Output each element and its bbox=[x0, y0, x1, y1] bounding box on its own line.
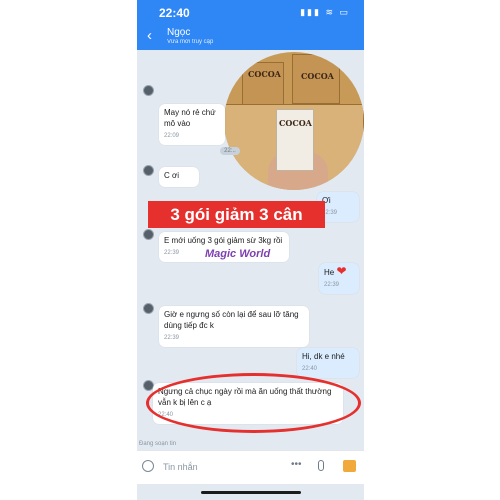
highlight-circle bbox=[146, 373, 361, 433]
message-text: E mới uống 3 gói giảm sừ 3kg rồi bbox=[164, 236, 283, 245]
cocoa-box-back: COCOA bbox=[242, 62, 284, 106]
more-icon[interactable]: ••• bbox=[291, 459, 302, 470]
cocoa-product-box: COCOA bbox=[276, 109, 314, 171]
cocoa-box-right: COCOA bbox=[292, 54, 340, 104]
message-bubble[interactable]: Giờ e ngưng số còn lại để sau lỡ tăng dù… bbox=[159, 306, 309, 347]
status-bar: 22:40 ▮▮▮ ≋ ▭ bbox=[137, 0, 364, 24]
message-time: 22:40 bbox=[302, 366, 318, 372]
message-input[interactable]: Tin nhắn bbox=[163, 462, 198, 472]
product-photo: COCOA COCOA COCOA bbox=[224, 52, 364, 190]
home-indicator bbox=[201, 491, 301, 494]
screenshot: 22:40 ▮▮▮ ≋ ▭ ‹ Ngọc Vừa mới truy cập CO… bbox=[0, 0, 500, 500]
message-time: 22:09 bbox=[164, 133, 180, 139]
signal-wifi-battery-icon: ▮▮▮ ≋ ▭ bbox=[300, 7, 350, 17]
product-label: COCOA bbox=[279, 118, 312, 128]
chat-header: ‹ Ngọc Vừa mới truy cập bbox=[137, 24, 364, 50]
emoji-icon[interactable] bbox=[142, 460, 154, 472]
contact-avatar[interactable] bbox=[143, 229, 154, 240]
message-text: Hi, dk e nhé bbox=[302, 352, 345, 361]
time-divider: 22:.. bbox=[220, 147, 240, 155]
image-icon[interactable] bbox=[343, 460, 356, 472]
watermark: Magic World bbox=[205, 248, 271, 260]
message-bubble[interactable]: C ơi bbox=[159, 167, 199, 187]
message-text: Giờ e ngưng số còn lại để sau lỡ tăng dù… bbox=[164, 310, 299, 330]
typing-indicator: Đang soạn tin bbox=[139, 441, 177, 447]
message-input-bar: Tin nhắn ••• bbox=[137, 450, 364, 484]
cocoa-box-label: COCOA bbox=[248, 69, 281, 79]
message-bubble[interactable]: May nó rẻ chứ mô vào 22:09 bbox=[159, 104, 225, 145]
message-text: May nó rẻ chứ mô vào bbox=[164, 108, 216, 128]
message-time: 22:39 bbox=[324, 282, 340, 288]
status-time: 22:40 bbox=[159, 6, 190, 20]
contact-name[interactable]: Ngọc bbox=[167, 27, 190, 38]
contact-avatar[interactable] bbox=[143, 85, 154, 96]
microphone-icon[interactable] bbox=[318, 460, 324, 471]
message-time: 22:39 bbox=[164, 335, 180, 341]
contact-status: Vừa mới truy cập bbox=[167, 39, 214, 45]
message-time: 22:39 bbox=[322, 210, 338, 216]
my-message-bubble[interactable]: Hi, dk e nhé 22:40 bbox=[297, 348, 359, 378]
contact-avatar[interactable] bbox=[143, 303, 154, 314]
promo-banner: 3 gói giảm 3 cân bbox=[148, 201, 325, 228]
message-text: He bbox=[324, 268, 335, 277]
my-message-bubble[interactable]: He ❤ 22:39 bbox=[319, 263, 359, 294]
cocoa-box-label: COCOA bbox=[301, 71, 334, 81]
back-arrow-icon[interactable]: ‹ bbox=[147, 27, 152, 44]
message-text: C ơi bbox=[164, 171, 180, 180]
contact-avatar[interactable] bbox=[143, 165, 154, 176]
heart-emoji-icon: ❤ bbox=[336, 264, 347, 278]
